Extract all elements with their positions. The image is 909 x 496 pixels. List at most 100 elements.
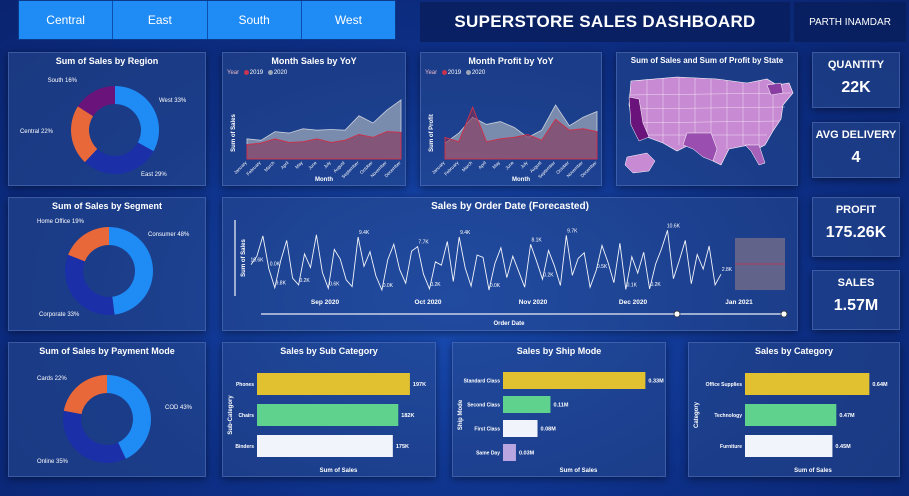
value-label: 0.33M <box>648 379 664 385</box>
legend-dot-icon <box>465 70 471 75</box>
donut-slice-home-office[interactable] <box>68 227 109 262</box>
bar-technology[interactable] <box>745 404 837 426</box>
bar-chairs[interactable] <box>257 404 399 426</box>
month-profit-legend: Year 2019 2020 <box>425 70 485 76</box>
category-label: Second Class <box>467 403 500 409</box>
data-label: 8.1K <box>531 237 542 243</box>
value-label: 0.64M <box>872 382 888 388</box>
donut-slice-cards[interactable] <box>63 375 107 415</box>
month-sales-panel[interactable]: Month Sales by YoY Year 2019 2020 Januar… <box>222 52 406 186</box>
x-axis-title: Month <box>512 177 530 183</box>
legend-title: Year <box>425 70 438 77</box>
bar-second-class[interactable] <box>503 396 551 413</box>
segment-donut-panel[interactable]: Sum of Sales by Segment Consumer 48% Corp… <box>8 197 206 331</box>
texas-shape <box>682 132 718 162</box>
data-label: 0.2K <box>650 282 661 288</box>
bar-binders[interactable] <box>257 435 393 457</box>
order-date-panel[interactable]: Sales by Order Date (Forecasted) 10.6K 0.… <box>222 197 798 331</box>
data-label: 10.6K <box>250 258 264 264</box>
kpi-sales[interactable]: SALES 1.57M <box>812 270 900 330</box>
donut-label: West 33% <box>159 98 187 104</box>
category-label: Office Supplies <box>706 382 743 388</box>
bar-standard-class[interactable] <box>503 372 646 389</box>
category-label: Standard Class <box>464 379 501 385</box>
y-axis-title: Sum of Profit <box>429 114 435 152</box>
donut-label: Online 35% <box>37 459 69 465</box>
legend-2020: 2020 <box>471 70 486 77</box>
donut-slice-consumer[interactable] <box>109 227 154 315</box>
florida-shape <box>744 144 766 166</box>
category-label: Binders <box>235 444 254 450</box>
data-label: 0.0K <box>383 283 394 289</box>
category-label: Phones <box>236 382 254 388</box>
month-profit-panel[interactable]: Month Profit by YoY Year 2019 2020 Janua… <box>420 52 602 186</box>
kpi-profit[interactable]: PROFIT 175.26K <box>812 197 900 257</box>
order-date-title: Sales by Order Date (Forecasted) <box>431 201 589 212</box>
data-label: 9.4K <box>460 230 471 236</box>
data-label: 7.7K <box>418 240 429 246</box>
y-axis-title: Sum of Sales <box>241 239 247 277</box>
data-label: 9.7K <box>567 228 578 234</box>
kpi-avg-delivery[interactable]: AVG DELIVERY 4 <box>812 122 900 178</box>
shipmode-bar-chart: Standard Class 0.33M Second Class 0.11M Firs… <box>458 372 664 474</box>
x-tick-label: April <box>280 160 290 170</box>
bar-same-day[interactable] <box>503 444 516 461</box>
author-name: PARTH INAMDAR <box>794 2 906 42</box>
donut-slice-west[interactable] <box>115 86 159 152</box>
x-axis-title: Month <box>315 177 333 183</box>
y-axis-title: Sub-Category <box>228 395 234 435</box>
data-label: 9.8K <box>276 281 287 287</box>
state-map-panel[interactable]: Sum of Sales and Sum of Profit by State <box>616 52 798 186</box>
segment-donut-chart: Consumer 48% Corporate 33% Home Office 19% <box>37 219 190 318</box>
bar-furniture[interactable] <box>745 435 833 457</box>
region-donut-panel[interactable]: Sum of Sales by Region West 33% East 29% C… <box>8 52 206 186</box>
x-tick-label: June <box>307 160 318 171</box>
bar-first-class[interactable] <box>503 420 538 437</box>
value-label: 0.47M <box>839 413 855 419</box>
category-panel[interactable]: Sales by Category Office Supplies 0.64M Te… <box>688 342 900 477</box>
legend-title: Year <box>227 70 240 77</box>
data-label: 0.2K <box>430 282 441 288</box>
alaska-shape <box>624 152 656 174</box>
region-slicer: Central East South West <box>18 0 396 40</box>
shipmode-panel[interactable]: Sales by Ship Mode Standard Class 0.33M Se… <box>452 342 666 477</box>
range-handle-left[interactable] <box>673 310 681 318</box>
legend-2019: 2019 <box>447 70 462 77</box>
subcat-bar-chart: Phones 197K Chairs 182K Binders 175K Sum of Sa… <box>228 373 426 474</box>
y-axis-title: Category <box>694 401 700 428</box>
donut-slice-online[interactable] <box>62 410 126 463</box>
x-tick-label: Dec 2020 <box>619 299 648 306</box>
slicer-west[interactable]: West <box>301 1 395 39</box>
kpi-profit-label: PROFIT <box>835 204 877 216</box>
data-label: 0.2K <box>299 278 310 284</box>
y-axis-title: Ship Mode <box>458 399 464 430</box>
bar-office-supplies[interactable] <box>745 373 870 395</box>
category-label: Chairs <box>238 413 254 419</box>
x-axis-title: Sum of Sales <box>794 468 832 474</box>
data-label: 0.5K <box>597 264 608 270</box>
region-donut-chart: West 33% East 29% Central 22% South 16% <box>20 78 187 178</box>
payment-donut-panel[interactable]: Sum of Sales by Payment Mode COD 43% Onli… <box>8 342 206 477</box>
x-axis-title: Order Date <box>493 321 525 327</box>
x-tick-label: March <box>461 160 474 173</box>
range-handle-right[interactable] <box>780 310 788 318</box>
kpi-quantity[interactable]: QUANTITY 22K <box>812 52 900 108</box>
legend-dot-icon <box>243 70 249 75</box>
value-label: 0.11M <box>553 403 568 409</box>
kpi-avg-delivery-label: AVG DELIVERY <box>815 129 897 141</box>
slicer-east[interactable]: East <box>113 1 208 39</box>
donut-label: East 29% <box>141 172 167 178</box>
data-label: 0.0K <box>270 262 281 268</box>
legend-dot-icon <box>441 70 447 75</box>
slicer-south[interactable]: South <box>207 1 302 39</box>
bar-phones[interactable] <box>257 373 410 395</box>
donut-slice-corporate[interactable] <box>65 254 115 315</box>
slicer-central[interactable]: Central <box>19 1 114 39</box>
donut-label: South 16% <box>48 78 78 84</box>
value-label: 182K <box>401 413 414 419</box>
x-tick-label: Jan 2021 <box>725 299 753 306</box>
category-label: Technology <box>714 413 742 419</box>
subcat-panel[interactable]: Sales by Sub Category Phones 197K Chairs 18… <box>222 342 436 477</box>
data-label: 2.8K <box>722 267 733 273</box>
legend-2019: 2019 <box>249 70 264 77</box>
